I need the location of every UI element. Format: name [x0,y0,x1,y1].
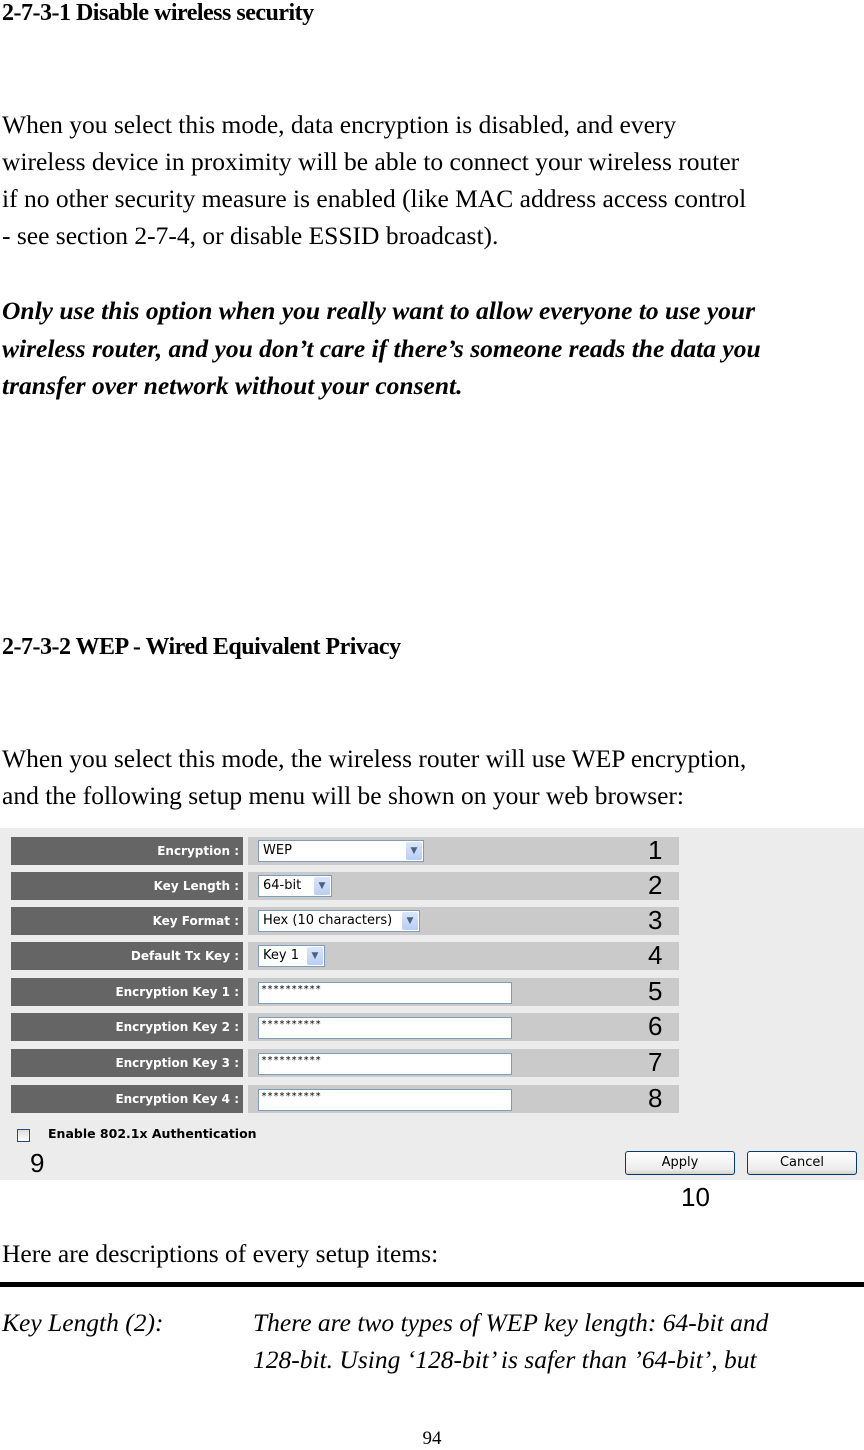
warning-line: transfer over network without your conse… [2,371,463,400]
paragraph-line: wireless device in proximity will be abl… [2,147,740,176]
key-length-label: Key Length : [11,872,243,900]
chevron-down-icon[interactable]: ▼ [402,912,418,930]
description-line: 128-bit. Using ‘128-bit’ is safer than ’… [253,1345,757,1374]
default-tx-key-select-value: Key 1 [263,948,299,963]
horizontal-rule [0,1282,864,1287]
key-format-value-cell: Hex (10 characters) ▼ 3 [248,905,679,935]
paragraph-line: if no other security measure is enabled … [2,184,747,213]
key-format-select[interactable]: Hex (10 characters) ▼ [258,910,420,932]
callout-number: 4 [648,940,663,970]
cancel-button[interactable]: Cancel [747,1151,857,1175]
key-length-select[interactable]: 64-bit ▼ [258,875,332,897]
callout-number: 7 [648,1047,663,1077]
warning-line: Only use this option when you really wan… [2,296,756,325]
callout-number: 1 [648,835,663,865]
key-length-select-value: 64-bit [263,878,302,893]
callout-number: 2 [648,870,663,900]
description-line: There are two types of WEP key length: 6… [253,1308,769,1337]
encryption-key-4-label: Encryption Key 4 : [11,1085,243,1113]
encryption-key-3-input[interactable]: ********** [258,1053,512,1075]
encryption-key-1-input[interactable]: ********** [258,982,512,1004]
encryption-label: Encryption : [11,837,243,865]
callout-number: 5 [648,976,663,1006]
default-tx-key-select[interactable]: Key 1 ▼ [258,945,325,967]
paragraph-line: When you select this mode, data encrypti… [2,110,677,139]
callout-number: 9 [30,1148,45,1178]
description-term: Key Length (2): [2,1308,164,1337]
key-length-value-cell: 64-bit ▼ 2 [248,870,679,900]
section-heading-disable-security: 2-7-3-1 Disable wireless security [2,0,314,26]
enable-8021x-label: Enable 802.1x Authentication [48,1126,257,1141]
callout-number: 10 [681,1182,710,1212]
encryption-key-3-label: Encryption Key 3 : [11,1049,243,1077]
encryption-key-4-value-cell: ********** 8 [248,1083,679,1113]
paragraph-line: When you select this mode, the wireless … [2,744,747,773]
apply-button[interactable]: Apply [625,1151,735,1175]
key-format-label: Key Format : [11,907,243,935]
callout-number: 3 [648,905,663,935]
encryption-key-3-value-cell: ********** 7 [248,1047,679,1077]
encryption-key-2-input[interactable]: ********** [258,1017,512,1039]
callout-number: 8 [648,1083,663,1113]
encryption-value-cell: WEP ▼ 1 [248,835,679,865]
encryption-key-2-label: Encryption Key 2 : [11,1013,243,1041]
chevron-down-icon[interactable]: ▼ [307,947,323,965]
default-tx-key-label: Default Tx Key : [11,942,243,970]
encryption-key-2-value-cell: ********** 6 [248,1011,679,1041]
descriptions-intro: Here are descriptions of every setup ite… [2,1239,439,1268]
chevron-down-icon[interactable]: ▼ [314,877,330,895]
section-heading-wep: 2-7-3-2 WEP - Wired Equivalent Privacy [2,634,401,660]
encryption-key-1-label: Encryption Key 1 : [11,978,243,1006]
paragraph-line: and the following setup menu will be sho… [2,781,685,810]
chevron-down-icon[interactable]: ▼ [406,842,422,860]
encryption-select[interactable]: WEP ▼ [258,840,424,862]
page-number: 94 [422,1428,442,1449]
key-format-select-value: Hex (10 characters) [263,913,393,928]
encryption-select-value: WEP [263,843,292,858]
enable-8021x-checkbox[interactable] [17,1129,30,1142]
encryption-key-1-value-cell: ********** 5 [248,976,679,1006]
warning-line: wireless router, and you don’t care if t… [2,334,761,363]
paragraph-line: - see section 2-7-4, or disable ESSID br… [2,221,499,250]
default-tx-key-value-cell: Key 1 ▼ 4 [248,940,679,970]
encryption-key-4-input[interactable]: ********** [258,1089,512,1111]
callout-number: 6 [648,1011,663,1041]
